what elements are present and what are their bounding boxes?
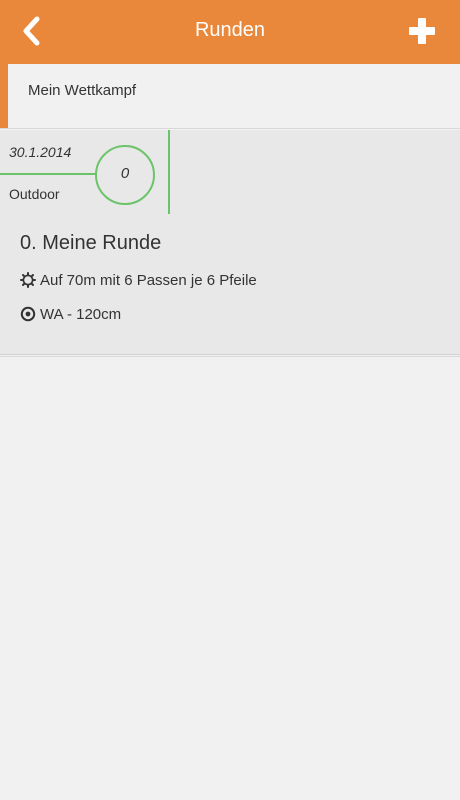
round-card[interactable]: 30.1.2014 Outdoor 0 0. Meine Runde Auf 7… xyxy=(0,130,460,355)
plus-icon xyxy=(409,18,435,44)
add-round-button[interactable] xyxy=(408,17,436,45)
competition-title: Mein Wettkampf xyxy=(28,82,137,99)
round-score: 0 xyxy=(120,165,130,182)
round-distance-text: Auf 70m mit 6 Passen je 6 Pfeile xyxy=(40,272,257,289)
competition-group-header[interactable]: Mein Wettkampf xyxy=(0,64,460,129)
round-name: 0. Meine Runde xyxy=(20,232,162,254)
score-badge: 0 xyxy=(95,145,155,205)
round-target-row: WA - 120cm xyxy=(20,306,121,326)
timeline-connector xyxy=(0,173,98,175)
list-divider xyxy=(0,356,460,357)
target-icon xyxy=(20,306,36,322)
group-accent-bar xyxy=(0,64,8,128)
page-title: Runden xyxy=(194,19,266,41)
round-distance-row: Auf 70m mit 6 Passen je 6 Pfeile xyxy=(20,272,257,292)
round-target-text: WA - 120cm xyxy=(40,306,122,323)
round-date: 30.1.2014 xyxy=(9,144,72,160)
timeline-divider xyxy=(168,130,170,214)
round-environment: Outdoor xyxy=(9,186,60,202)
gear-icon xyxy=(20,272,36,288)
app-header: Runden xyxy=(0,0,460,64)
